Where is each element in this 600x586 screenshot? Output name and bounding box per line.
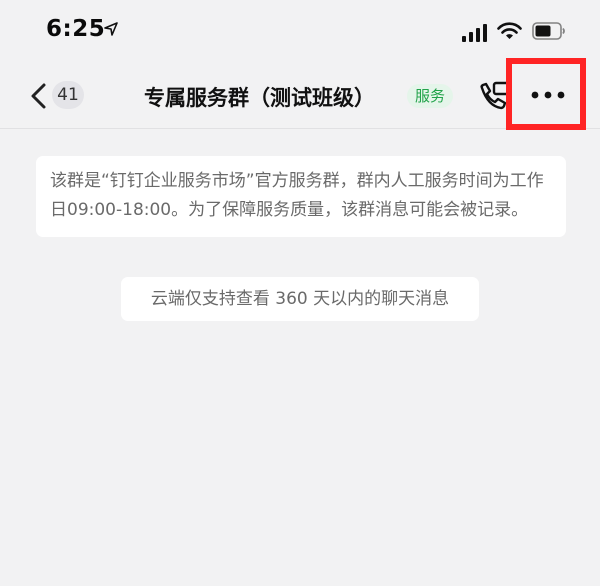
chevron-left-icon [31, 83, 46, 109]
chat-title: 专属服务群（测试班级） [144, 86, 375, 110]
location-arrow-icon [104, 22, 118, 36]
more-options-button[interactable] [516, 72, 580, 118]
chat-nav-bar: 41 专属服务群（测试班级） 服务 [0, 62, 600, 129]
call-button[interactable] [472, 76, 512, 116]
service-tag: 服务 [407, 84, 454, 108]
cellular-signal-icon [462, 24, 487, 42]
status-time: 6:25 [46, 16, 106, 42]
phone-icon [480, 81, 510, 110]
battery-icon [532, 22, 565, 40]
back-button[interactable]: 41 [24, 76, 92, 116]
history-limit-notice: 云端仅支持查看 360 天以内的聊天消息 [121, 277, 479, 321]
system-notice-message: 该群是“钉钉企业服务市场”官方服务群，群内人工服务时间为工作日09:00-18:… [36, 156, 566, 237]
status-bar: 6:25 [0, 0, 600, 62]
wifi-icon [497, 22, 522, 39]
unread-count-badge: 41 [52, 81, 84, 109]
more-dots-icon [531, 91, 565, 99]
